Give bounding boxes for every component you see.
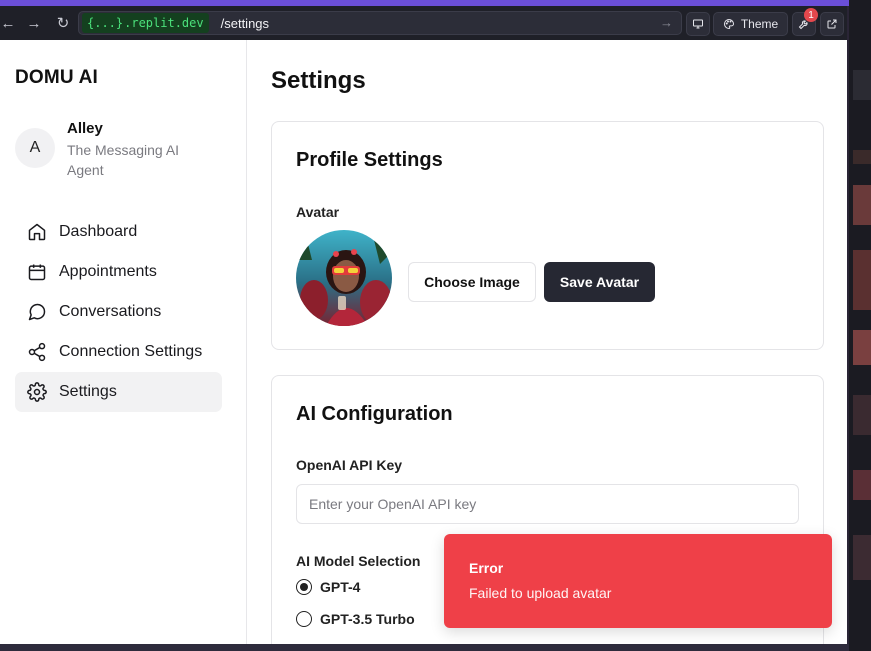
url-chip-braces: {...} [87,16,124,30]
tools-button[interactable]: 1 [792,8,818,36]
profile-name: Alley [67,120,103,137]
model-option-gpt35-turbo[interactable]: GPT-3.5 Turbo [296,611,415,627]
sidebar-item-connection-settings[interactable]: Connection Settings [15,332,222,372]
sidebar-item-label: Settings [59,383,117,400]
toast-title: Error [469,560,504,576]
model-option-label: GPT-3.5 Turbo [320,611,415,627]
back-arrow-icon[interactable]: ← [0,9,22,37]
palette-icon [723,18,734,30]
open-new-tab-button[interactable] [820,12,844,36]
url-bar[interactable]: {...} .replit.dev /settings → [78,11,682,35]
toast-message: Failed to upload avatar [469,585,612,601]
replit-domain-chip[interactable]: {...} .replit.dev [82,13,209,33]
theme-label: Theme [740,17,779,31]
home-icon [28,223,46,241]
browser-toolbar: ← → ↻ {...} .replit.dev /settings → Them… [0,6,847,40]
sidebar-item-settings[interactable]: Settings [15,372,222,412]
page-title: Settings [271,67,366,94]
chat-bubble-icon [28,303,46,321]
avatar-label: Avatar [296,204,340,220]
window-frame-bottom [0,644,849,651]
sidebar-item-label: Conversations [59,303,162,320]
url-chip-domain: .replit.dev [124,16,204,30]
sidebar-item-label: Appointments [59,263,157,280]
sidebar-item-appointments[interactable]: Appointments [15,252,222,292]
monitor-icon [693,19,703,29]
forward-arrow-icon[interactable]: → [20,9,48,37]
avatar-image [296,230,392,326]
api-key-input[interactable] [296,484,799,524]
error-toast[interactable]: Error Failed to upload avatar [444,534,832,628]
model-option-gpt4[interactable]: GPT-4 [296,579,360,595]
card-title: AI Configuration [296,403,453,425]
gear-icon [27,382,47,402]
sidebar-item-dashboard[interactable]: Dashboard [15,212,222,252]
sidebar: DOMU AI A Alley The Messaging AI Agent D… [0,40,247,644]
notification-badge: 1 [804,8,818,22]
theme-button[interactable]: Theme [713,12,788,36]
reload-icon[interactable]: ↻ [49,9,77,37]
sidebar-item-conversations[interactable]: Conversations [15,292,222,332]
choose-image-button[interactable]: Choose Image [408,262,536,302]
avatar: A [15,128,55,168]
sidebar-item-label: Connection Settings [59,343,203,360]
model-selection-label: AI Model Selection [296,553,421,569]
go-arrow-icon[interactable]: → [660,15,673,30]
api-key-label: OpenAI API Key [296,457,403,473]
card-title: Profile Settings [296,149,443,171]
calendar-icon [28,264,46,281]
sidebar-nav: Dashboard Appointments Conversations Con… [15,212,222,412]
background-window-strip [849,0,871,651]
profile-settings-card: Profile Settings Avatar Choose Image Sav… [271,121,824,350]
share-icon [28,342,46,362]
radio-button[interactable] [296,611,312,627]
sidebar-item-label: Dashboard [59,223,138,240]
radio-button[interactable] [296,579,312,595]
url-path: /settings [220,15,270,31]
devtools-button[interactable] [686,12,710,36]
brand-logo-text: DOMU AI [15,67,99,88]
external-link-icon [827,19,837,29]
model-option-label: GPT-4 [320,579,361,595]
profile-role: The Messaging AI Agent [67,142,180,178]
save-avatar-button[interactable]: Save Avatar [544,262,655,302]
